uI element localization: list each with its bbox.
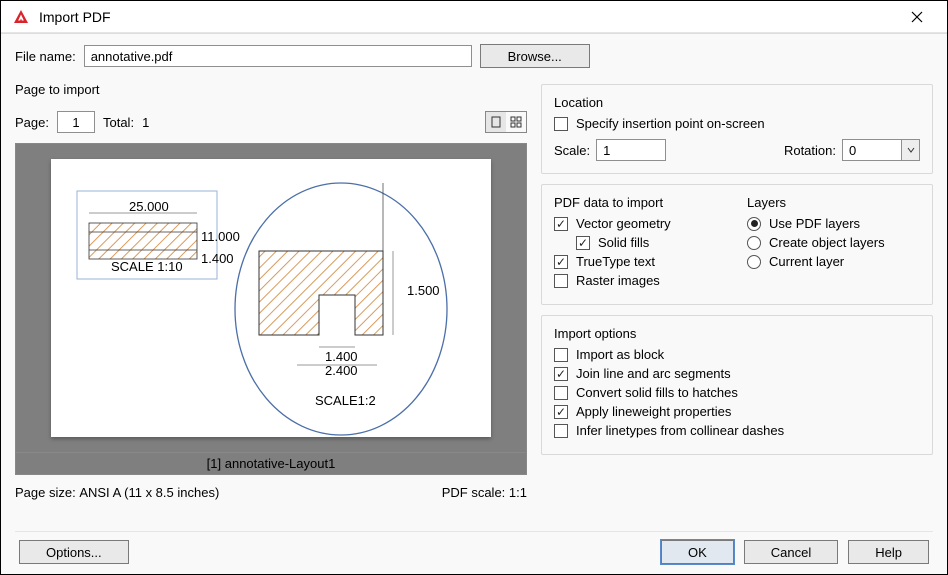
specify-insertion-checkbox[interactable]: Specify insertion point on-screen: [554, 116, 920, 131]
import-options-group: Import options Import as block Join line…: [541, 315, 933, 455]
page-input[interactable]: 1: [57, 111, 95, 133]
vector-geometry-checkbox[interactable]: Vector geometry: [554, 216, 727, 231]
checkbox-icon: [554, 405, 568, 419]
checkbox-icon: [554, 424, 568, 438]
svg-text:1.400: 1.400: [201, 251, 234, 266]
window-title: Import PDF: [39, 9, 897, 25]
ok-button[interactable]: OK: [661, 540, 734, 564]
total-value: 1: [142, 115, 149, 130]
radio-icon: [747, 255, 761, 269]
infer-linetypes-checkbox[interactable]: Infer linetypes from collinear dashes: [554, 423, 920, 438]
rotation-label: Rotation:: [784, 143, 836, 158]
single-page-icon[interactable]: [486, 112, 506, 132]
chevron-down-icon: [907, 147, 915, 153]
location-heading: Location: [554, 95, 920, 110]
pdf-scale: PDF scale: 1:1: [442, 485, 527, 500]
svg-text:11.000: 11.000: [201, 229, 240, 244]
page-label: Page:: [15, 115, 49, 130]
data-layers-group: PDF data to import Vector geometry Solid…: [541, 184, 933, 305]
help-button[interactable]: Help: [848, 540, 929, 564]
checkbox-icon: [554, 367, 568, 381]
svg-text:SCALE1:2: SCALE1:2: [315, 393, 376, 408]
pdf-preview: 25.000 11.000 SCALE 1:10 1.400 1.500 1.4…: [15, 143, 527, 453]
pdf-data-heading: PDF data to import: [554, 195, 727, 210]
import-options-heading: Import options: [554, 326, 920, 341]
checkbox-icon: [554, 386, 568, 400]
current-layer-radio[interactable]: Current layer: [747, 254, 920, 269]
raster-images-checkbox[interactable]: Raster images: [554, 273, 727, 288]
layers-heading: Layers: [747, 195, 920, 210]
svg-text:1.400: 1.400: [325, 349, 358, 364]
pdf-preview-drawing: 25.000 11.000 SCALE 1:10 1.400 1.500 1.4…: [51, 159, 491, 437]
rotation-input[interactable]: 0: [842, 139, 902, 161]
cancel-button[interactable]: Cancel: [744, 540, 838, 564]
checkbox-icon: [554, 348, 568, 362]
file-name-input[interactable]: annotative.pdf: [84, 45, 472, 67]
location-group: Location Specify insertion point on-scre…: [541, 84, 933, 174]
app-logo-icon: [11, 7, 31, 27]
close-button[interactable]: [897, 3, 937, 31]
options-button[interactable]: Options...: [19, 540, 129, 564]
solid-fills-checkbox[interactable]: Solid fills: [576, 235, 727, 250]
radio-icon: [747, 236, 761, 250]
preview-caption: [1] annotative-Layout1: [15, 453, 527, 475]
checkbox-icon: [554, 117, 568, 131]
svg-text:1.500: 1.500: [407, 283, 440, 298]
grid-page-icon[interactable]: [506, 112, 526, 132]
use-pdf-layers-radio[interactable]: Use PDF layers: [747, 216, 920, 231]
import-as-block-checkbox[interactable]: Import as block: [554, 347, 920, 362]
browse-button[interactable]: Browse...: [480, 44, 590, 68]
convert-fills-checkbox[interactable]: Convert solid fills to hatches: [554, 385, 920, 400]
truetype-text-checkbox[interactable]: TrueType text: [554, 254, 727, 269]
checkbox-icon: [554, 255, 568, 269]
page-size: Page size: ANSI A (11 x 8.5 inches): [15, 485, 219, 500]
checkbox-icon: [554, 274, 568, 288]
close-icon: [911, 11, 923, 23]
thumbnail-mode-toggle: [485, 111, 527, 133]
radio-icon: [747, 217, 761, 231]
join-segments-checkbox[interactable]: Join line and arc segments: [554, 366, 920, 381]
scale-label: Scale:: [554, 143, 590, 158]
scale-input[interactable]: 1: [596, 139, 666, 161]
svg-text:SCALE 1:10: SCALE 1:10: [111, 259, 183, 274]
total-label: Total:: [103, 115, 134, 130]
page-import-heading: Page to import: [15, 82, 527, 97]
svg-text:25.000: 25.000: [129, 199, 169, 214]
checkbox-icon: [576, 236, 590, 250]
checkbox-icon: [554, 217, 568, 231]
file-name-label: File name:: [15, 49, 76, 64]
create-object-layers-radio[interactable]: Create object layers: [747, 235, 920, 250]
lineweight-checkbox[interactable]: Apply lineweight properties: [554, 404, 920, 419]
rotation-dropdown[interactable]: [902, 139, 920, 161]
